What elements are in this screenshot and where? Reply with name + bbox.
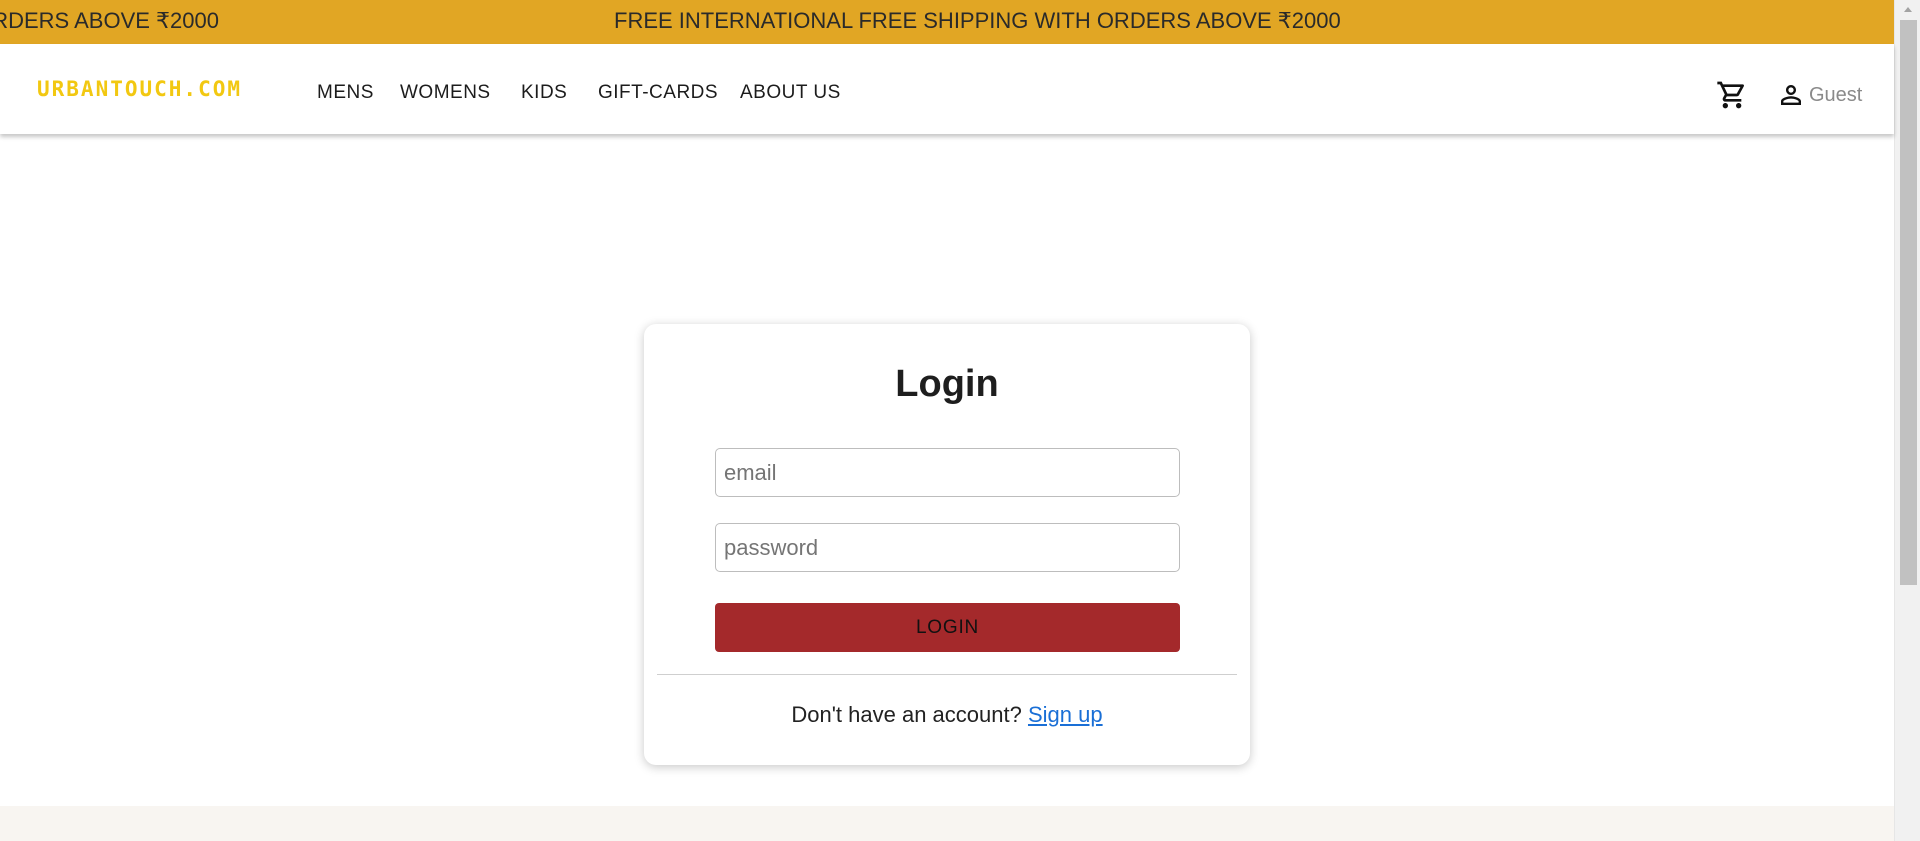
promo-banner: RDERS ABOVE ₹2000 FREE INTERNATIONAL FRE…: [0, 0, 1894, 44]
login-title: Login: [895, 363, 999, 405]
signup-row: Don't have an account? Sign up: [644, 702, 1250, 728]
scroll-up-arrow-icon[interactable]: [1895, 0, 1920, 20]
nav-link-gift-cards[interactable]: GIFT-CARDS: [598, 83, 718, 102]
signup-link[interactable]: Sign up: [1028, 702, 1103, 727]
promo-banner-text-partial: RDERS ABOVE ₹2000: [0, 8, 219, 33]
nav-link-mens[interactable]: MENS: [317, 83, 374, 102]
navbar: URBANTOUCH.COM MENS WOMENS KIDS GIFT-CAR…: [0, 44, 1894, 134]
nav-link-kids[interactable]: KIDS: [521, 83, 567, 102]
site-logo[interactable]: URBANTOUCH.COM: [37, 77, 242, 101]
main-content: Login LOGIN Don't have an account? Sign …: [0, 134, 1894, 806]
scrollbar-thumb[interactable]: [1900, 20, 1917, 585]
footer-strip: [0, 806, 1894, 841]
vertical-scrollbar[interactable]: [1894, 0, 1920, 841]
login-button[interactable]: LOGIN: [715, 603, 1180, 652]
nav-link-about-us[interactable]: ABOUT US: [740, 83, 841, 102]
login-card: Login LOGIN Don't have an account? Sign …: [644, 324, 1250, 765]
password-input[interactable]: [715, 523, 1180, 572]
shopping-cart-icon: [1717, 81, 1745, 109]
promo-banner-text: FREE INTERNATIONAL FREE SHIPPING WITH OR…: [614, 8, 1341, 33]
nav-link-womens[interactable]: WOMENS: [400, 83, 491, 102]
email-input[interactable]: [715, 448, 1180, 497]
user-name: Guest: [1809, 83, 1863, 106]
user-icon: [1781, 85, 1801, 105]
divider: [657, 674, 1237, 675]
account-button[interactable]: Guest: [1776, 78, 1862, 112]
page: RDERS ABOVE ₹2000 FREE INTERNATIONAL FRE…: [0, 0, 1920, 841]
signup-prompt: Don't have an account?: [791, 702, 1022, 727]
cart-button[interactable]: [1716, 79, 1748, 111]
